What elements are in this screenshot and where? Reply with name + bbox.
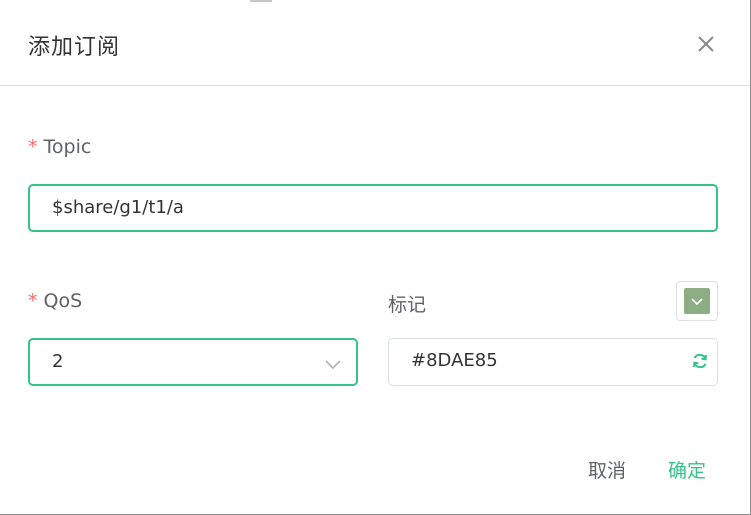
- close-button[interactable]: [693, 31, 719, 57]
- cancel-button[interactable]: 取消: [588, 456, 626, 483]
- topic-label: * Topic: [28, 136, 91, 158]
- qos-select[interactable]: 2: [28, 338, 358, 386]
- topic-input[interactable]: $share/g1/t1/a: [28, 184, 718, 232]
- required-mark: *: [28, 290, 38, 312]
- tag-label: 标记: [388, 294, 427, 316]
- add-subscription-dialog: 添加订阅 *Topic $share/g1/t1/a *QoS 2 标记 #: [0, 0, 751, 515]
- tag-color-input[interactable]: #8DAE85: [388, 338, 718, 386]
- dialog-header: 添加订阅: [0, 0, 750, 86]
- qos-label: * QoS: [28, 290, 82, 312]
- required-mark: *: [28, 136, 38, 158]
- qos-label-text: QoS: [43, 290, 83, 312]
- topic-input-value: $share/g1/t1/a: [52, 197, 184, 218]
- tag-color-value: #8DAE85: [411, 350, 498, 371]
- close-icon: [698, 36, 714, 52]
- confirm-button[interactable]: 确定: [668, 456, 706, 483]
- chevron-down-icon: [325, 360, 341, 370]
- refresh-icon[interactable]: [691, 352, 709, 370]
- chevron-down-icon: [691, 298, 703, 306]
- color-picker-button[interactable]: [676, 281, 718, 321]
- dialog-title: 添加订阅: [28, 35, 121, 60]
- qos-select-value: 2: [52, 351, 64, 372]
- topic-label-text: Topic: [43, 136, 92, 158]
- color-swatch: [684, 288, 710, 314]
